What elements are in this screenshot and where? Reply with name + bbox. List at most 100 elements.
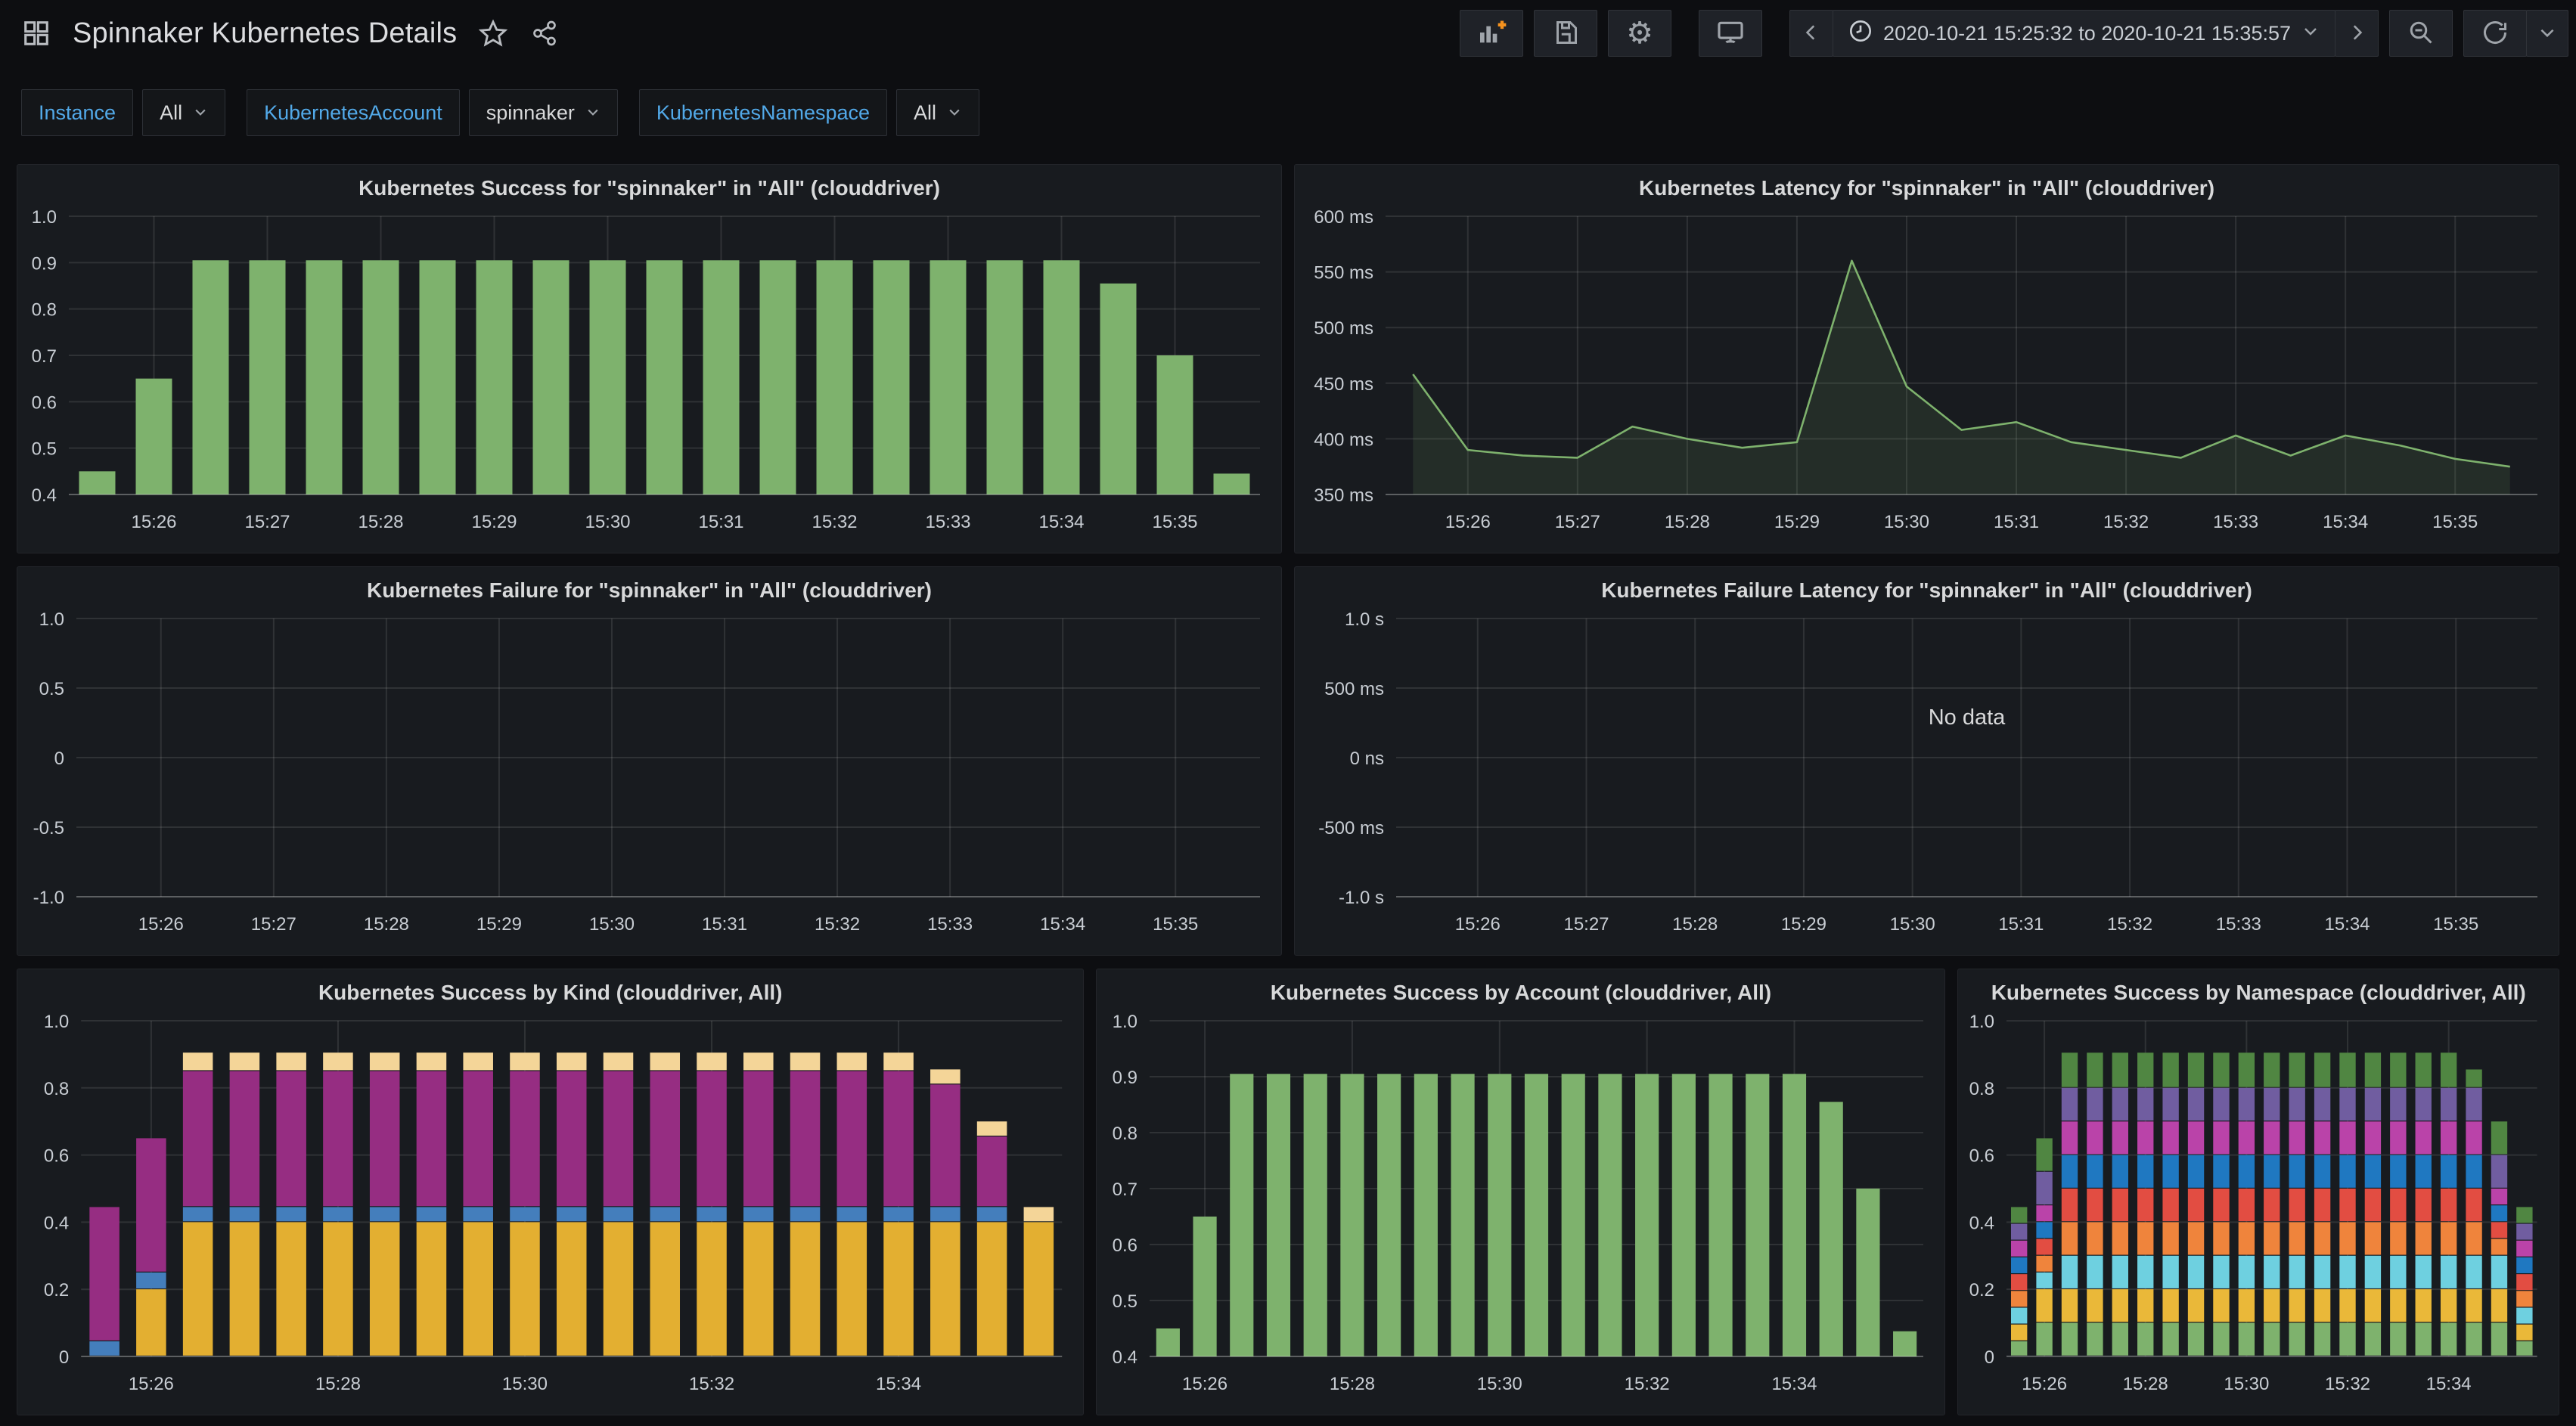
chevron-left-icon [1802, 23, 1821, 45]
panel-title[interactable]: Kubernetes Latency for "spinnaker" in "A… [1295, 165, 2559, 200]
zoom-out-button[interactable] [2389, 10, 2453, 57]
stacked-bar-segment [2441, 1088, 2457, 1121]
stacked-bar-segment [2441, 1155, 2457, 1188]
y-axis-label: 0.9 [32, 253, 57, 274]
stacked-bar-segment [2517, 1341, 2533, 1356]
stacked-bar-segment [790, 1052, 821, 1070]
no-data-text: No data [1929, 705, 2006, 730]
y-axis-label: 0.5 [39, 679, 64, 699]
share-icon[interactable] [529, 18, 560, 48]
failure-latency-empty-chart[interactable]: 1.0 s500 ms0 ns-500 ms-1.0 s15:2615:2715… [1295, 567, 2559, 955]
bar [250, 260, 286, 494]
stacked-bar-segment [2037, 1172, 2053, 1204]
stacked-bar-segment [2239, 1088, 2255, 1121]
cycle-view-button[interactable] [1699, 10, 1762, 57]
y-axis-label: 0 [54, 749, 64, 769]
chevron-down-icon [585, 101, 601, 125]
stacked-bar-segment [323, 1071, 353, 1207]
dashboard-header: Spinnaker Kubernetes Details ⚙︎ [0, 0, 2576, 67]
latency-line-chart[interactable]: 600 ms550 ms500 ms450 ms400 ms350 ms15:2… [1295, 165, 2559, 553]
failure-empty-chart[interactable]: 1.00.50-0.5-1.015:2615:2715:2815:2915:30… [17, 567, 1281, 955]
stacked-bar-segment [417, 1052, 447, 1070]
x-axis-label: 15:32 [2325, 1374, 2370, 1394]
save-dashboard-button[interactable] [1534, 10, 1597, 57]
stacked-bar-segment [977, 1222, 1007, 1355]
y-axis-label: 1.0 [44, 1012, 69, 1032]
stacked-bar-segment [183, 1052, 213, 1070]
stacked-bar-segment [883, 1071, 914, 1207]
bar [1378, 1074, 1401, 1356]
time-shift-forward-button[interactable] [2335, 10, 2379, 57]
panel-title[interactable]: Kubernetes Success by Account (clouddriv… [1097, 969, 1944, 1005]
success-bar-chart[interactable]: 1.00.90.80.70.60.50.415:2615:2715:2815:2… [17, 165, 1281, 553]
y-axis-label: 0.8 [1969, 1079, 1994, 1099]
star-icon[interactable] [478, 18, 508, 48]
bar [1157, 355, 1193, 494]
y-axis-label: 400 ms [1314, 429, 1373, 450]
y-axis-label: 1.0 s [1345, 609, 1384, 630]
chevron-down-icon [193, 101, 208, 125]
panel-title[interactable]: Kubernetes Success for "spinnaker" in "A… [17, 165, 1281, 200]
stacked-bar-segment [2365, 1256, 2381, 1288]
stacked-bar-segment [697, 1207, 727, 1221]
panel-title[interactable]: Kubernetes Failure for "spinnaker" in "A… [17, 567, 1281, 603]
bar [476, 260, 513, 494]
stacked-bar-segment [2264, 1222, 2280, 1254]
dashboard-grid-icon[interactable] [21, 18, 51, 48]
filter-instance-label[interactable]: Instance [21, 89, 133, 136]
filter-kubernetes-account-value-dropdown[interactable]: spinnaker [469, 89, 618, 136]
stacked-bar-segment [2264, 1189, 2280, 1221]
panel-title[interactable]: Kubernetes Success by Kind (clouddriver,… [17, 969, 1083, 1005]
success-by-account-bar-chart[interactable]: 1.00.90.80.70.60.50.415:2615:2815:3015:3… [1097, 969, 1944, 1415]
stacked-bar-segment [2416, 1256, 2432, 1288]
stacked-bar-segment [2137, 1289, 2153, 1322]
stacked-bar-segment [183, 1071, 213, 1207]
add-panel-button[interactable] [1460, 10, 1523, 57]
success-by-kind-stacked-chart[interactable]: 1.00.80.60.40.2015:2615:2815:3015:3215:3… [17, 969, 1083, 1415]
refresh-interval-dropdown[interactable] [2526, 10, 2568, 57]
stacked-bar-segment [2037, 1222, 2053, 1238]
filter-instance-value-dropdown[interactable]: All [142, 89, 225, 136]
time-range-picker[interactable]: 2020-10-21 15:25:32 to 2020-10-21 15:35:… [1833, 10, 2335, 57]
stacked-bar-segment [2466, 1323, 2482, 1356]
stacked-bar-segment [2062, 1289, 2078, 1322]
panel-success-by-account: Kubernetes Success by Account (clouddriv… [1096, 969, 1945, 1415]
x-axis-label: 15:27 [251, 914, 296, 935]
stacked-bar-segment [276, 1052, 306, 1070]
x-axis-label: 15:33 [2216, 914, 2261, 935]
stacked-bar-segment [2466, 1088, 2482, 1121]
stacked-bar-segment [837, 1052, 867, 1070]
stacked-bar-segment [604, 1071, 634, 1207]
stacked-bar-segment [743, 1052, 774, 1070]
y-axis-label: 350 ms [1314, 485, 1373, 506]
stacked-bar-segment [2037, 1205, 2053, 1221]
stacked-bar-segment [2289, 1256, 2305, 1288]
x-axis-label: 15:32 [689, 1374, 734, 1394]
x-axis-label: 15:26 [138, 914, 184, 935]
stacked-bar-segment [2289, 1323, 2305, 1356]
stacked-bar-segment [370, 1222, 400, 1355]
x-axis-label: 15:28 [315, 1374, 361, 1394]
stacked-bar-segment [2112, 1052, 2128, 1087]
filter-kubernetes-namespace-label[interactable]: KubernetesNamespace [639, 89, 887, 136]
stacked-bar-segment [463, 1052, 493, 1070]
y-axis-label: 0.5 [32, 439, 57, 460]
stacked-bar-segment [2264, 1323, 2280, 1356]
panel-title[interactable]: Kubernetes Failure Latency for "spinnake… [1295, 567, 2559, 603]
bar [1214, 473, 1250, 494]
filter-kubernetes-namespace: KubernetesNamespace All [639, 89, 979, 136]
refresh-button[interactable] [2463, 10, 2527, 57]
filter-instance-value: All [160, 101, 182, 125]
stacked-bar-segment [2062, 1222, 2078, 1254]
y-axis-label: 0.4 [32, 485, 57, 506]
panel-title[interactable]: Kubernetes Success by Namespace (clouddr… [1958, 969, 2559, 1005]
time-shift-back-button[interactable] [1789, 10, 1833, 57]
filter-kubernetes-account-label[interactable]: KubernetesAccount [247, 89, 460, 136]
y-axis-label: 0.5 [1113, 1291, 1137, 1312]
success-by-namespace-stacked-chart[interactable]: 1.00.80.60.40.2015:2615:2815:3015:3215:3… [1958, 969, 2559, 1415]
x-axis-label: 15:31 [702, 914, 747, 935]
y-axis-label: 0.9 [1113, 1068, 1137, 1088]
dashboard-settings-button[interactable]: ⚙︎ [1608, 10, 1671, 57]
filter-kubernetes-namespace-value-dropdown[interactable]: All [896, 89, 979, 136]
stacked-bar-segment [2188, 1323, 2204, 1356]
